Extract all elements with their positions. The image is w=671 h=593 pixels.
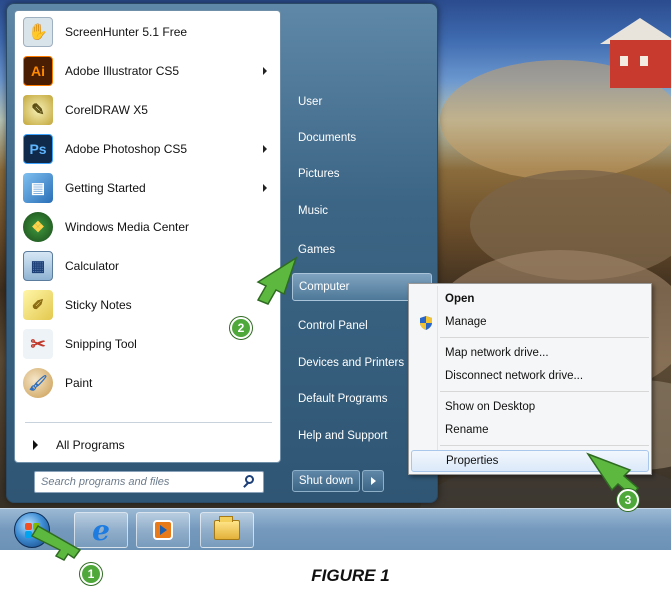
search-input[interactable]	[41, 473, 241, 491]
program-getting-started[interactable]: ▤ Getting Started	[21, 170, 275, 206]
right-item-label: Documents	[298, 132, 357, 144]
all-programs-label: All Programs	[56, 438, 125, 452]
callout-number: 2	[237, 321, 245, 335]
file-explorer-button[interactable]	[200, 512, 254, 548]
getting-started-icon: ▤	[23, 173, 53, 203]
program-label: Paint	[65, 376, 93, 390]
right-item-label: Help and Support	[298, 430, 388, 442]
program-label: CorelDRAW X5	[65, 103, 148, 117]
callout-3: 3	[617, 489, 639, 511]
ctx-show-on-desktop[interactable]: Show on Desktop	[411, 396, 649, 418]
ctx-map-label: Map network drive...	[445, 347, 549, 359]
shutdown-button[interactable]: Shut down	[292, 470, 360, 492]
program-label: Adobe Photoshop CS5	[65, 142, 188, 156]
submenu-arrow-icon	[263, 145, 267, 153]
program-paint[interactable]: 🖌 Paint	[21, 365, 275, 401]
program-coreldraw[interactable]: ✎ CorelDRAW X5	[21, 92, 275, 128]
divider	[25, 422, 272, 423]
pointer-arrow-icon	[30, 524, 82, 561]
file-explorer-icon	[214, 516, 240, 540]
ctx-open-label: Open	[445, 293, 475, 305]
arrow-right-icon	[33, 440, 38, 450]
right-item-games[interactable]: Games	[292, 236, 432, 264]
ctx-rename[interactable]: Rename	[411, 419, 649, 441]
program-calculator[interactable]: ▦ Calculator	[21, 248, 275, 284]
right-item-pictures[interactable]: Pictures	[292, 160, 432, 188]
right-item-label: Pictures	[298, 168, 340, 180]
program-label: Getting Started	[65, 181, 146, 195]
arrow-right-icon	[370, 477, 376, 485]
ctx-manage-label: Manage	[445, 316, 487, 328]
right-item-label: Music	[298, 205, 329, 217]
snipping-tool-icon: ✂	[23, 329, 53, 359]
program-label: Sticky Notes	[65, 298, 132, 312]
submenu-arrow-icon	[263, 67, 267, 75]
callout-number: 3	[624, 493, 632, 507]
menu-separator	[440, 391, 649, 392]
sticky-notes-icon: ✐	[23, 290, 53, 320]
right-item-label: Games	[298, 244, 336, 256]
right-item-documents[interactable]: Documents	[292, 124, 432, 152]
program-label: Snipping Tool	[65, 337, 137, 351]
submenu-arrow-icon	[263, 184, 267, 192]
program-label: Calculator	[65, 259, 120, 273]
calculator-icon: ▦	[23, 251, 53, 281]
search-box[interactable]	[34, 471, 264, 493]
media-player-icon	[153, 520, 173, 540]
uac-shield-icon	[420, 316, 432, 330]
ctx-disconnect-network-drive[interactable]: Disconnect network drive...	[411, 365, 649, 387]
program-illustrator[interactable]: Ai Adobe Illustrator CS5	[21, 53, 275, 89]
menu-separator	[440, 445, 649, 446]
program-label: Adobe Illustrator CS5	[65, 64, 180, 78]
right-item-label: Control Panel	[298, 320, 368, 332]
start-menu: ✋ ScreenHunter 5.1 Free Ai Adobe Illustr…	[6, 3, 438, 503]
pointer-arrow-icon	[256, 256, 298, 305]
media-player-button[interactable]	[136, 512, 190, 548]
coreldraw-icon: ✎	[23, 95, 53, 125]
paint-icon: 🖌	[23, 368, 53, 398]
ctx-manage[interactable]: Manage	[411, 311, 649, 333]
right-item-label: Default Programs	[298, 393, 388, 405]
program-photoshop[interactable]: Ps Adobe Photoshop CS5	[21, 131, 275, 167]
ctx-map-network-drive[interactable]: Map network drive...	[411, 342, 649, 364]
right-item-label: Computer	[299, 281, 350, 293]
screenhunter-icon: ✋	[23, 17, 53, 47]
right-item-user[interactable]: User	[292, 88, 432, 116]
program-screenhunter[interactable]: ✋ ScreenHunter 5.1 Free	[21, 14, 275, 50]
shutdown-options-button[interactable]	[362, 470, 384, 492]
menu-separator	[440, 337, 649, 338]
shutdown-label: Shut down	[298, 475, 354, 487]
program-media-center[interactable]: ❖ Windows Media Center	[21, 209, 275, 245]
ctx-rename-label: Rename	[445, 424, 489, 436]
illustrator-icon: Ai	[23, 56, 53, 86]
right-item-music[interactable]: Music	[292, 197, 432, 225]
all-programs-button[interactable]: All Programs	[21, 431, 275, 459]
ctx-properties-label: Properties	[446, 455, 499, 467]
right-item-label: User	[298, 96, 323, 108]
right-item-label: Devices and Printers	[298, 357, 405, 369]
ctx-show-label: Show on Desktop	[445, 401, 536, 413]
context-menu: Open Manage Map network drive... Disconn…	[408, 283, 652, 475]
media-center-icon: ❖	[23, 212, 53, 242]
ctx-disconnect-label: Disconnect network drive...	[445, 370, 584, 382]
search-icon[interactable]	[241, 473, 259, 491]
program-label: Windows Media Center	[65, 220, 190, 234]
ctx-open[interactable]: Open	[411, 288, 649, 310]
program-label: ScreenHunter 5.1 Free	[65, 25, 188, 39]
programs-pane: ✋ ScreenHunter 5.1 Free Ai Adobe Illustr…	[14, 10, 281, 463]
callout-2: 2	[230, 317, 252, 339]
figure-caption: FIGURE 1	[311, 566, 390, 585]
house	[610, 40, 671, 88]
photoshop-icon: Ps	[23, 134, 53, 164]
